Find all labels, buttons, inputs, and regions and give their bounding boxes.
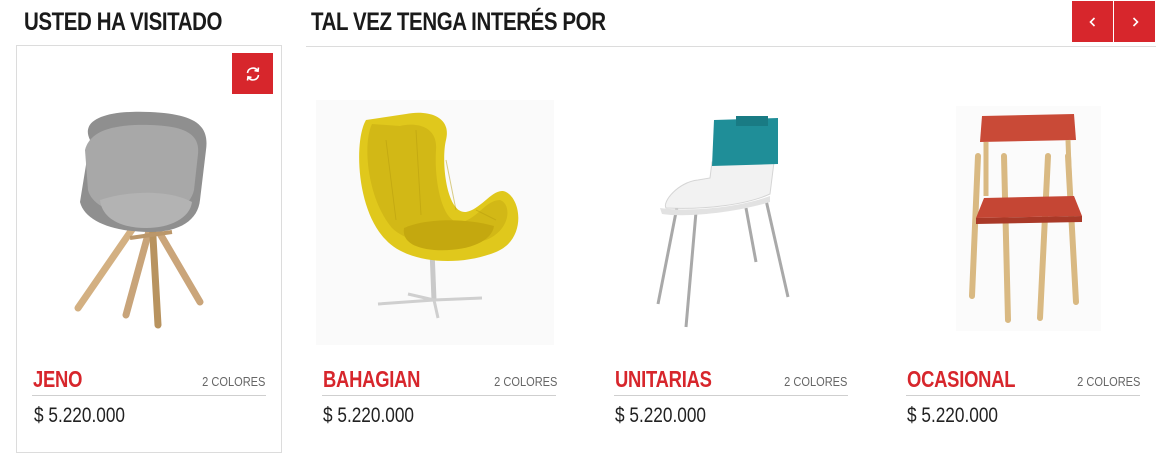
product-price: $ 5.220.000 <box>34 404 125 427</box>
product-colors: 2 COLORES <box>201 374 265 389</box>
product-divider <box>614 395 848 396</box>
section-divider <box>306 46 1156 47</box>
product-name[interactable]: UNITARIAS <box>615 366 712 393</box>
product-divider <box>906 395 1140 396</box>
refresh-button[interactable] <box>232 53 273 94</box>
product-price: $ 5.220.000 <box>615 404 706 427</box>
unitarias-chair-image[interactable] <box>648 112 798 332</box>
carousel-prev-button[interactable] <box>1072 1 1113 42</box>
product-colors: 2 COLORES <box>783 374 847 389</box>
carousel-next-button[interactable] <box>1114 1 1155 42</box>
product-colors: 2 COLORES <box>1076 374 1140 389</box>
product-colors: 2 COLORES <box>493 374 557 389</box>
bahagian-chair-image[interactable] <box>316 100 554 345</box>
jeno-chair-image[interactable] <box>60 110 230 335</box>
product-divider <box>32 395 266 396</box>
product-name[interactable]: BAHAGIAN <box>323 366 420 393</box>
chevron-right-icon <box>1132 16 1139 27</box>
product-name[interactable]: OCASIONAL <box>907 366 1015 393</box>
product-price: $ 5.220.000 <box>907 404 998 427</box>
product-divider <box>322 395 556 396</box>
chevron-left-icon <box>1088 16 1095 27</box>
ocasional-chair-image[interactable] <box>956 106 1101 331</box>
product-price: $ 5.220.000 <box>323 404 414 427</box>
interest-section-title: TAL VEZ TENGA INTERÉS POR <box>311 8 606 36</box>
refresh-icon <box>246 66 259 81</box>
product-name[interactable]: JENO <box>33 366 82 393</box>
visited-section-title: USTED HA VISITADO <box>24 8 223 36</box>
